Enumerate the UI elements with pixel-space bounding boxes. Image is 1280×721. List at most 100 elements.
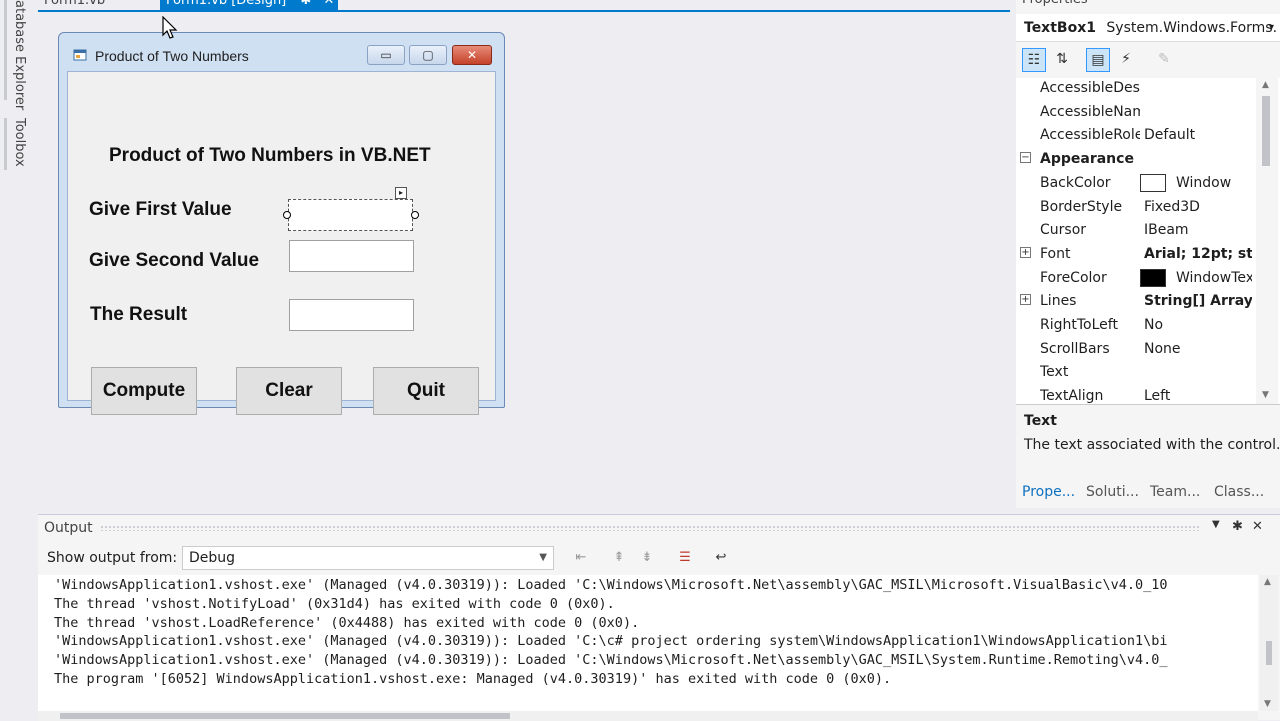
mouse-pointer-icon bbox=[162, 16, 178, 39]
quit-button[interactable]: Quit bbox=[373, 367, 479, 415]
scroll-down-icon[interactable]: ▼ bbox=[1262, 390, 1269, 400]
property-row[interactable]: BackColor Window bbox=[1016, 173, 1256, 197]
left-tool-strip: atabase Explorer Toolbox bbox=[0, 0, 36, 720]
chevron-down-icon[interactable]: ▼ bbox=[1212, 519, 1220, 530]
output-text-area[interactable]: 'WindowsApplication1.vshost.exe' (Manage… bbox=[38, 575, 1258, 711]
alphabetical-icon[interactable]: ⇅ bbox=[1050, 48, 1074, 72]
object-selector[interactable]: TextBox1 System.Windows.Forms. ▾ bbox=[1016, 14, 1280, 42]
property-grid[interactable]: AccessibleDesc AccessibleNam AccessibleRol… bbox=[1016, 78, 1280, 404]
categorized-icon[interactable]: ☷ bbox=[1022, 48, 1046, 72]
tab-indicator bbox=[4, 118, 7, 170]
chevron-down-icon[interactable]: ▼ bbox=[539, 547, 547, 569]
property-value[interactable]: IBeam bbox=[1144, 220, 1252, 240]
clear-button[interactable]: Clear bbox=[236, 367, 342, 415]
property-value[interactable]: Fixed3D bbox=[1144, 197, 1252, 217]
first-value-textbox[interactable] bbox=[288, 199, 413, 231]
word-wrap-icon[interactable]: ↩ bbox=[710, 547, 732, 569]
property-description: Text The text associated with the contro… bbox=[1016, 404, 1280, 474]
tab-form1-design[interactable]: Form1.vb [Design] ✱ ✕ bbox=[160, 0, 338, 10]
expand-icon[interactable]: + bbox=[1020, 246, 1031, 258]
property-row[interactable]: AccessibleNam bbox=[1016, 102, 1256, 126]
property-name: AccessibleRole bbox=[1040, 127, 1140, 144]
scroll-thumb[interactable] bbox=[60, 713, 510, 719]
resize-handle-left[interactable] bbox=[283, 211, 291, 219]
property-grid-scrollbar[interactable]: ▲ ▼ bbox=[1256, 78, 1278, 404]
form-title-bar[interactable]: Product of Two Numbers ▭ ▢ ✕ bbox=[59, 33, 504, 71]
tab-form1-vb[interactable]: Form1.vb bbox=[38, 0, 111, 10]
maximize-button[interactable]: ▢ bbox=[409, 45, 447, 65]
second-value-textbox[interactable] bbox=[289, 240, 414, 272]
output-line: The thread 'vshost.LoadReference' (0x448… bbox=[54, 614, 640, 631]
chevron-down-icon[interactable]: ▾ bbox=[1269, 14, 1274, 41]
tab-properties[interactable]: Prope... bbox=[1022, 484, 1075, 500]
property-value[interactable]: None bbox=[1144, 339, 1252, 359]
scroll-thumb[interactable] bbox=[1266, 641, 1272, 665]
property-row[interactable]: AccessibleRole Default bbox=[1016, 125, 1256, 149]
property-row[interactable]: + Font Arial; 12pt; style bbox=[1016, 244, 1256, 268]
property-name: Font bbox=[1040, 245, 1071, 262]
property-row[interactable]: RightToLeft No bbox=[1016, 315, 1256, 339]
expand-icon[interactable]: + bbox=[1020, 294, 1031, 306]
property-value[interactable]: Default bbox=[1144, 125, 1252, 145]
find-message-icon[interactable]: ⇤ bbox=[570, 547, 592, 569]
property-value[interactable]: Window bbox=[1176, 173, 1252, 193]
properties-icon[interactable]: ▤ bbox=[1086, 48, 1110, 72]
pin-icon[interactable]: ✱ bbox=[300, 0, 311, 8]
close-button[interactable]: ✕ bbox=[452, 45, 492, 65]
document-tab-bar: Form1.vb Form1.vb [Design] ✱ ✕ bbox=[38, 0, 1010, 12]
close-icon[interactable]: ✕ bbox=[1252, 519, 1263, 534]
clear-all-icon[interactable]: ☰ bbox=[674, 547, 696, 569]
property-value[interactable]: WindowText bbox=[1176, 268, 1252, 288]
output-vertical-scrollbar[interactable]: ▲ ▼ bbox=[1260, 575, 1278, 711]
property-category[interactable]: − Appearance bbox=[1016, 149, 1256, 173]
form-window[interactable]: Product of Two Numbers ▭ ▢ ✕ Product of … bbox=[58, 32, 505, 415]
scroll-thumb[interactable] bbox=[1262, 96, 1270, 166]
smart-tag-icon[interactable]: ▸ bbox=[395, 187, 407, 199]
property-row[interactable]: TextAlign Left bbox=[1016, 386, 1256, 404]
property-row[interactable]: ScrollBars None bbox=[1016, 339, 1256, 363]
tab-class[interactable]: Class... bbox=[1214, 484, 1264, 500]
tab-solution[interactable]: Soluti... bbox=[1086, 484, 1139, 500]
output-line: The thread 'vshost.NotifyLoad' (0x31d4) … bbox=[54, 595, 615, 612]
label-first-value: Give First Value bbox=[89, 199, 232, 220]
property-row[interactable]: ForeColor WindowText bbox=[1016, 268, 1256, 292]
property-value[interactable]: String[] Array bbox=[1144, 291, 1252, 311]
property-name: BorderStyle bbox=[1040, 198, 1123, 215]
tab-team[interactable]: Team... bbox=[1150, 484, 1200, 500]
pin-icon[interactable]: ✱ bbox=[1232, 519, 1243, 534]
events-icon[interactable]: ⚡ bbox=[1114, 48, 1138, 72]
output-source-value: Debug bbox=[189, 550, 236, 566]
result-textbox[interactable] bbox=[289, 299, 414, 331]
minimize-button[interactable]: ▭ bbox=[367, 45, 405, 65]
property-name: BackColor bbox=[1040, 174, 1111, 191]
panel-grip[interactable] bbox=[100, 525, 1200, 531]
property-value[interactable]: Left bbox=[1144, 386, 1252, 404]
property-row[interactable]: + Lines String[] Array bbox=[1016, 291, 1256, 315]
form-client-area[interactable]: Product of Two Numbers in VB.NET Give Fi… bbox=[67, 71, 496, 415]
property-name: AccessibleDesc bbox=[1040, 80, 1140, 96]
output-line: The program '[6052] WindowsApplication1.… bbox=[54, 671, 892, 687]
previous-message-icon[interactable]: ⇞ bbox=[608, 547, 630, 569]
tab-database-explorer[interactable]: atabase Explorer bbox=[12, 0, 27, 110]
property-row[interactable]: AccessibleDesc bbox=[1016, 78, 1256, 102]
property-row[interactable]: BorderStyle Fixed3D bbox=[1016, 197, 1256, 221]
property-value[interactable]: Arial; 12pt; style bbox=[1144, 244, 1252, 264]
output-source-select[interactable]: Debug ▼ bbox=[182, 546, 554, 570]
property-row[interactable]: Cursor IBeam bbox=[1016, 220, 1256, 244]
collapse-icon[interactable]: − bbox=[1020, 152, 1031, 164]
scroll-up-icon[interactable]: ▲ bbox=[1264, 577, 1271, 587]
scroll-down-icon[interactable]: ▼ bbox=[1264, 699, 1271, 709]
property-name: ScrollBars bbox=[1040, 340, 1110, 357]
close-icon[interactable]: ✕ bbox=[323, 0, 334, 8]
property-name: AccessibleNam bbox=[1040, 103, 1140, 120]
resize-handle-right[interactable] bbox=[411, 211, 419, 219]
tab-label: Form1.vb [Design] bbox=[166, 0, 287, 8]
property-row[interactable]: Text bbox=[1016, 362, 1256, 386]
compute-button[interactable]: Compute bbox=[91, 367, 197, 415]
property-pages-icon[interactable]: ✎ bbox=[1152, 48, 1176, 72]
property-name: TextAlign bbox=[1040, 388, 1104, 404]
tab-toolbox[interactable]: Toolbox bbox=[12, 118, 27, 167]
scroll-up-icon[interactable]: ▲ bbox=[1262, 80, 1269, 90]
next-message-icon[interactable]: ⇟ bbox=[636, 547, 658, 569]
property-value[interactable]: No bbox=[1144, 315, 1252, 335]
